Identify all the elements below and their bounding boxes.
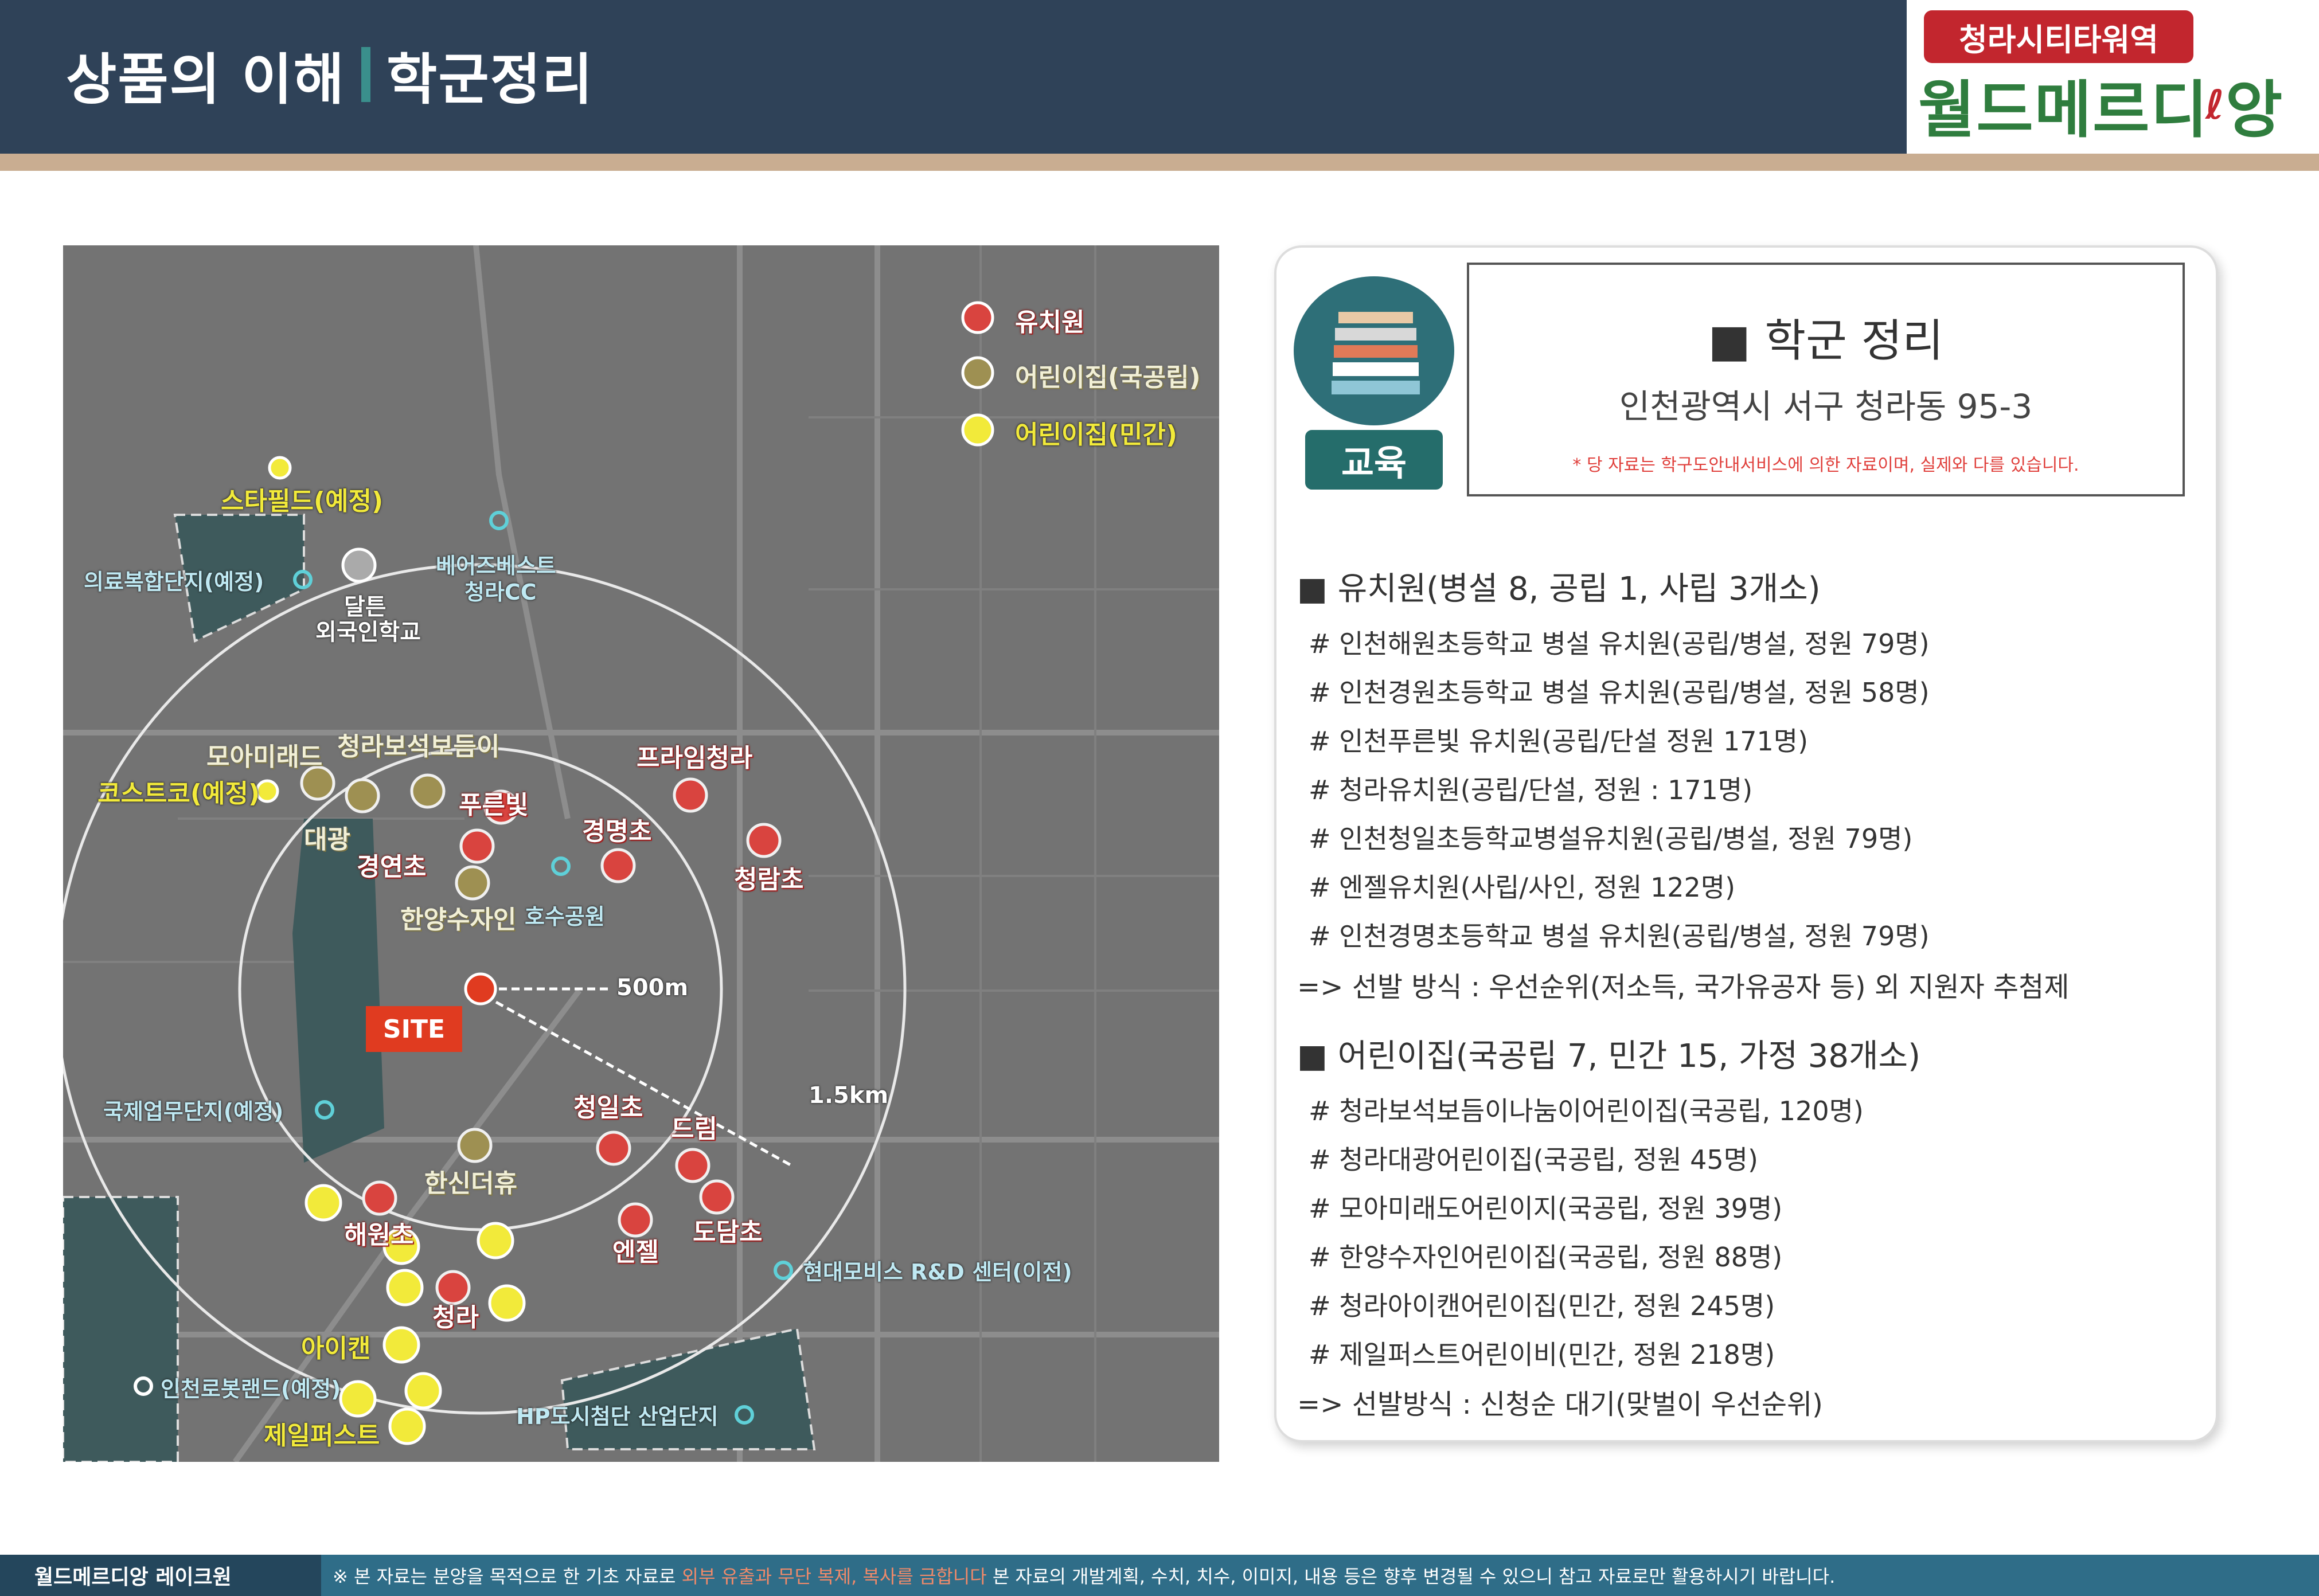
zone-industrial — [560, 1327, 816, 1450]
card-title-box: ■ 학군 정리 인천광역시 서구 청라동 95-3 * 당 자료는 학구도안내서… — [1467, 263, 2185, 496]
brand-badge: 청라시티타워역 — [1924, 10, 2193, 63]
kindergarten-selection: => 선발 방식 : 우선순위(저소득, 국가유공자 등) 외 지원자 추첨제 — [1297, 971, 2070, 1003]
label-hanshin: 한신더휴 — [424, 1169, 517, 1198]
page-title-topic: 학군정리 — [386, 47, 594, 112]
label-gyeongmyeong: 경명초 — [582, 817, 652, 846]
list-item: # 청라유치원(공립/단설, 정원 : 171명) — [1309, 774, 1753, 805]
legend-dot-private-daycare — [961, 413, 994, 447]
label-cheongna-cc: 청라CC — [464, 580, 537, 605]
list-item: # 한양수자인어린이집(국공립, 정원 88명) — [1309, 1242, 1783, 1273]
brand-logo: 청라시티타워역 월드메르디 ℓ 앙 — [1907, 0, 2319, 154]
list-item: # 인천푸른빛 유치원(공립/단설 정원 171명) — [1309, 726, 1809, 757]
label-mobis-rnd: 현대모비스 R&D 센터(이전) — [803, 1259, 1072, 1285]
label-intl-business: 국제업무단지(예정) — [103, 1099, 284, 1124]
label-foreign-school: 외국인학교 — [315, 619, 421, 646]
brand-name-text: 월드메르디 — [1918, 75, 2209, 146]
label-robot-land: 인천로봇랜드(예정) — [161, 1376, 341, 1402]
label-moa-mirae: 모아미래드 — [206, 742, 323, 772]
legend-public-daycare: 어린이집(국공립) — [1015, 363, 1201, 392]
label-icanl: 아이캔 — [301, 1334, 371, 1363]
label-costco: 코스트코(예정) — [97, 779, 260, 808]
header-accent-line — [0, 154, 2319, 171]
footer-disclaimer: ※ 본 자료는 분양을 목적으로 한 기초 자료로 외부 유출과 무단 복제, … — [321, 1562, 1835, 1589]
label-hp-industrial: HP도시첨단 산업단지 — [516, 1404, 719, 1429]
label-haewon: 해원초 — [344, 1221, 414, 1250]
books-icon — [1332, 312, 1420, 394]
label-dream: 드림 — [671, 1114, 717, 1144]
header-bar: 상품의 이해 학군정리 — [0, 0, 1907, 154]
school-info-card: 교육 ■ 학군 정리 인천광역시 서구 청라동 95-3 * 당 자료는 학구도… — [1274, 245, 2218, 1442]
page-title-section: 상품의 이해 — [66, 47, 346, 112]
label-cheongram: 청람초 — [734, 865, 804, 894]
footer-text-b: 본 자료의 개발계획, 수치, 치수, 이미지, 내용 등은 향후 변경될 수 … — [992, 1566, 1836, 1587]
label-daegwang: 대광 — [304, 825, 350, 854]
education-icon — [1294, 276, 1454, 425]
list-item: # 제일퍼스트어린이비(민간, 정원 218명) — [1309, 1339, 1775, 1370]
footer-warning: 외부 유출과 무단 복제, 복사를 금합니다 — [681, 1566, 987, 1587]
daycare-heading: ■ 어린이집(국공립 7, 민간 15, 가정 38개소) — [1297, 1038, 1920, 1075]
site-marker — [464, 972, 497, 1006]
radius-1500m-label: 1.5km — [809, 1082, 889, 1109]
education-tag: 교육 — [1305, 430, 1443, 490]
label-jeil-first: 제일퍼스트 — [264, 1421, 380, 1450]
label-hanyang: 한양수자인 — [400, 905, 517, 934]
list-item: # 모아미래도어린이지(국공립, 정원 39명) — [1309, 1193, 1783, 1224]
legend-dot-kindergarten — [961, 301, 994, 334]
footer-project-name: 월드메르디앙 레이크원 — [0, 1555, 321, 1596]
list-item: # 인천경명초등학교 병설 유치원(공립/병설, 정원 79명) — [1309, 921, 1930, 952]
card-disclaimer: * 당 자료는 학구도안내서비스에 의한 자료이며, 실제와 다를 있습니다. — [1572, 455, 2079, 475]
label-bosuk: 청라보석보듬이 — [337, 732, 500, 761]
card-address: 인천광역시 서구 청라동 95-3 — [1619, 387, 2033, 426]
zone-robotland — [63, 1196, 179, 1462]
school-district-map: 유치원 어린이집(국공립) 어린이집(민간) SITE 500m 1.5km 프… — [63, 245, 1219, 1462]
list-item: # 청라대광어린이집(국공립, 정원 45명) — [1309, 1144, 1758, 1175]
title-divider — [361, 47, 371, 102]
radius-500m-label: 500m — [616, 975, 689, 1001]
site-label: SITE — [366, 1006, 462, 1052]
page-title: 상품의 이해 학군정리 — [66, 34, 594, 115]
legend-kindergarten: 유치원 — [1015, 308, 1085, 337]
footer-bar: 월드메르디앙 레이크원 ※ 본 자료는 분양을 목적으로 한 기초 자료로 외부… — [0, 1555, 2319, 1596]
leaf-icon: ℓ — [2205, 81, 2226, 128]
label-dodam: 도담초 — [693, 1218, 763, 1247]
footer-text-a: ※ 본 자료는 분양을 목적으로 한 기초 자료로 — [333, 1566, 676, 1587]
label-prime-cheongna: 프라임청라 — [637, 744, 753, 773]
label-cheongil: 청일초 — [573, 1093, 643, 1122]
brand-name-tail: 앙 — [2225, 75, 2284, 146]
brand-name: 월드메르디 ℓ 앙 — [1918, 68, 2314, 146]
list-item: # 엔젤유치원(사립/사인, 정원 122명) — [1309, 872, 1736, 903]
label-pureunbit: 푸른빛 — [459, 791, 529, 820]
label-gyeongyeon: 경연초 — [357, 852, 427, 882]
list-item: # 인천해원초등학교 병설 유치원(공립/병설, 정원 79명) — [1309, 628, 1930, 659]
kindergarten-heading: ■ 유치원(병설 8, 공립 1, 사립 3개소) — [1297, 570, 1821, 608]
label-lake-park: 호수공원 — [525, 904, 605, 929]
daycare-selection: => 선발방식 : 신청순 대기(맞벌이 우선순위) — [1297, 1388, 1823, 1421]
list-item: # 청라아이캔어린이집(민간, 정원 245명) — [1309, 1290, 1775, 1321]
label-medical-complex: 의료복합단지(예정) — [84, 569, 264, 594]
label-cheongna: 청라 — [432, 1303, 479, 1332]
list-item: # 인천청일초등학교병설유치원(공립/병설, 정원 79명) — [1309, 823, 1913, 854]
label-starfield: 스타필드(예정) — [221, 487, 384, 516]
legend-private-daycare: 어린이집(민간) — [1015, 420, 1178, 449]
card-title: ■ 학군 정리 — [1708, 315, 1944, 367]
list-item: # 청라보석보듬이나눔이어린이집(국공립, 120명) — [1309, 1096, 1864, 1126]
school-marker-dalton — [341, 547, 377, 583]
list-item: # 인천경원초등학교 병설 유치원(공립/병설, 정원 58명) — [1309, 677, 1930, 708]
legend-dot-public-daycare — [961, 356, 994, 389]
label-angel: 엔젤 — [612, 1238, 659, 1267]
